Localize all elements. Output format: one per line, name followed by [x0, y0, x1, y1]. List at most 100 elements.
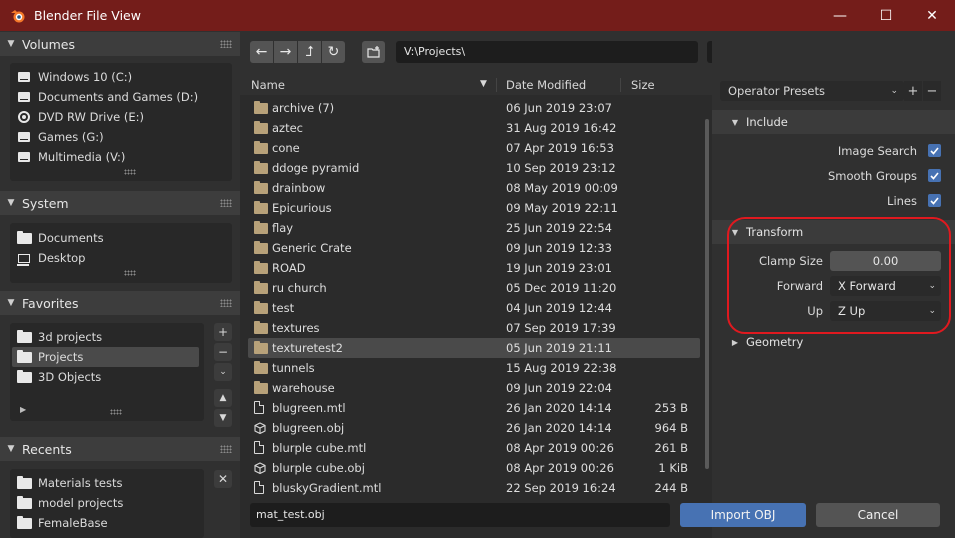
clear-recents-button[interactable]: ✕	[214, 470, 232, 488]
file-row[interactable]: ru church 05 Dec 2019 11:20	[248, 278, 700, 298]
move-down-button[interactable]: ▼	[214, 409, 232, 427]
file-row[interactable]: Generic Crate 09 Jun 2019 12:33	[248, 238, 700, 258]
new-folder-button[interactable]	[362, 41, 385, 63]
file-date: 31 Aug 2019 16:42	[506, 121, 617, 135]
parent-directory-icon[interactable]: ⮥	[298, 41, 321, 63]
add-preset-button[interactable]: +	[904, 81, 922, 101]
scrollbar[interactable]	[705, 119, 709, 469]
file-name: texturetest2	[272, 341, 343, 355]
sort-triangle-icon[interactable]: ▼	[480, 79, 487, 89]
minimize-button[interactable]: —	[817, 0, 863, 31]
desktop-icon	[17, 253, 30, 266]
file-row[interactable]: tunnels 15 Aug 2019 22:38	[248, 358, 700, 378]
checkbox-checked-icon[interactable]	[928, 194, 941, 207]
system-item[interactable]: Desktop	[10, 248, 232, 268]
favorites-header[interactable]: ▼ Favorites	[0, 291, 240, 315]
back-arrow-icon[interactable]: ←	[250, 41, 273, 63]
mesh-file-icon	[254, 462, 266, 477]
image-search-option[interactable]: Image Search	[712, 141, 955, 161]
forward-arrow-icon[interactable]: →	[274, 41, 297, 63]
file-row[interactable]: textures 07 Sep 2019 17:39	[248, 318, 700, 338]
lines-option[interactable]: Lines	[712, 191, 955, 211]
close-window-button[interactable]: ✕	[909, 0, 955, 31]
drag-grip-icon[interactable]	[220, 40, 232, 48]
annotation-circle	[727, 217, 951, 334]
remove-favorite-button[interactable]: −	[214, 343, 232, 361]
drag-grip-icon[interactable]	[220, 445, 232, 453]
volume-item[interactable]: Multimedia (V:)	[10, 147, 232, 167]
folder-icon	[254, 381, 268, 397]
volume-item[interactable]: Windows 10 (C:)	[10, 67, 232, 87]
maximize-button[interactable]: ☐	[863, 0, 909, 31]
folder-icon	[16, 230, 32, 244]
refresh-icon[interactable]: ↻	[322, 41, 345, 63]
drive-icon	[18, 132, 30, 142]
checkbox-checked-icon[interactable]	[928, 144, 941, 157]
favorite-item[interactable]: 3D Objects	[10, 367, 204, 387]
file-name: blurple cube.mtl	[272, 441, 367, 455]
file-row[interactable]: ROAD 19 Jun 2019 23:01	[248, 258, 700, 278]
sidebar: ▼ Volumes Windows 10 (C:) Documents and …	[0, 31, 240, 538]
resize-grip-icon[interactable]	[124, 169, 136, 175]
directory-path-input[interactable]: V:\Projects\	[396, 41, 698, 63]
operator-presets-dropdown[interactable]: Operator Presets ⌄	[720, 81, 904, 101]
favorites-label: Favorites	[22, 295, 79, 311]
cancel-button[interactable]: Cancel	[816, 503, 940, 527]
column-name[interactable]: Name	[251, 78, 285, 92]
resize-grip-icon[interactable]	[110, 409, 122, 415]
file-row[interactable]: bluskyGradient.mtl 22 Sep 2019 16:24 244 B	[248, 478, 700, 498]
recent-item[interactable]: Materials tests	[10, 473, 204, 493]
expand-triangle-icon[interactable]: ▶	[20, 405, 26, 414]
file-date: 25 Jun 2019 22:54	[506, 221, 612, 235]
move-up-button[interactable]: ▲	[214, 389, 232, 407]
file-name: blugreen.obj	[272, 421, 345, 435]
favorite-item[interactable]: 3d projects	[10, 327, 204, 347]
file-name: drainbow	[272, 181, 326, 195]
chevron-down-icon[interactable]: ⌄	[214, 363, 232, 381]
drag-grip-icon[interactable]	[220, 299, 232, 307]
folder-icon	[16, 329, 32, 343]
file-row[interactable]: blurple cube.mtl 08 Apr 2019 00:26 261 B	[248, 438, 700, 458]
file-name: aztec	[272, 121, 303, 135]
column-date[interactable]: Date Modified	[506, 78, 586, 92]
file-row[interactable]: archive (7) 06 Jun 2019 23:07	[248, 98, 700, 118]
file-date: 09 Jun 2019 12:33	[506, 241, 612, 255]
volume-item[interactable]: Documents and Games (D:)	[10, 87, 232, 107]
filename-input[interactable]: mat_test.obj	[250, 503, 670, 527]
file-name: warehouse	[272, 381, 335, 395]
system-header[interactable]: ▼ System	[0, 191, 240, 215]
volumes-header[interactable]: ▼ Volumes	[0, 32, 240, 56]
import-obj-button[interactable]: Import OBJ	[680, 503, 806, 527]
checkbox-checked-icon[interactable]	[928, 169, 941, 182]
drag-grip-icon[interactable]	[220, 199, 232, 207]
file-row[interactable]: warehouse 09 Jun 2019 22:04	[248, 378, 700, 398]
resize-grip-icon[interactable]	[124, 270, 136, 276]
file-date: 08 May 2019 00:09	[506, 181, 618, 195]
file-size: 1 KiB	[658, 461, 688, 475]
add-favorite-button[interactable]: +	[214, 323, 232, 341]
file-row[interactable]: test 04 Jun 2019 12:44	[248, 298, 700, 318]
file-row[interactable]: blugreen.mtl 26 Jan 2020 14:14 253 B	[248, 398, 700, 418]
column-size[interactable]: Size	[631, 78, 655, 92]
file-row[interactable]: cone 07 Apr 2019 16:53	[248, 138, 700, 158]
file-row[interactable]: blugreen.obj 26 Jan 2020 14:14 964 B	[248, 418, 700, 438]
volume-item[interactable]: DVD RW Drive (E:)	[10, 107, 232, 127]
favorite-item[interactable]: Projects	[12, 347, 199, 367]
recents-header[interactable]: ▼ Recents	[0, 437, 240, 461]
file-icon	[254, 401, 264, 417]
smooth-groups-option[interactable]: Smooth Groups	[712, 166, 955, 186]
file-row[interactable]: Epicurious 09 May 2019 22:11	[248, 198, 700, 218]
recent-item[interactable]: model projects	[10, 493, 204, 513]
include-panel-header[interactable]: ▼ Include	[712, 110, 955, 134]
file-row[interactable]: aztec 31 Aug 2019 16:42	[248, 118, 700, 138]
volume-item[interactable]: Games (G:)	[10, 127, 232, 147]
file-row[interactable]: ddoge pyramid 10 Sep 2019 23:12	[248, 158, 700, 178]
file-row[interactable]: texturetest2 05 Jun 2019 21:11	[248, 338, 700, 358]
file-row[interactable]: blurple cube.obj 08 Apr 2019 00:26 1 KiB	[248, 458, 700, 478]
file-row[interactable]: flay 25 Jun 2019 22:54	[248, 218, 700, 238]
recent-item[interactable]: FemaleBase	[10, 513, 204, 533]
file-name: ddoge pyramid	[272, 161, 360, 175]
system-item[interactable]: Documents	[10, 228, 232, 248]
file-row[interactable]: drainbow 08 May 2019 00:09	[248, 178, 700, 198]
remove-preset-button[interactable]: −	[923, 81, 941, 101]
